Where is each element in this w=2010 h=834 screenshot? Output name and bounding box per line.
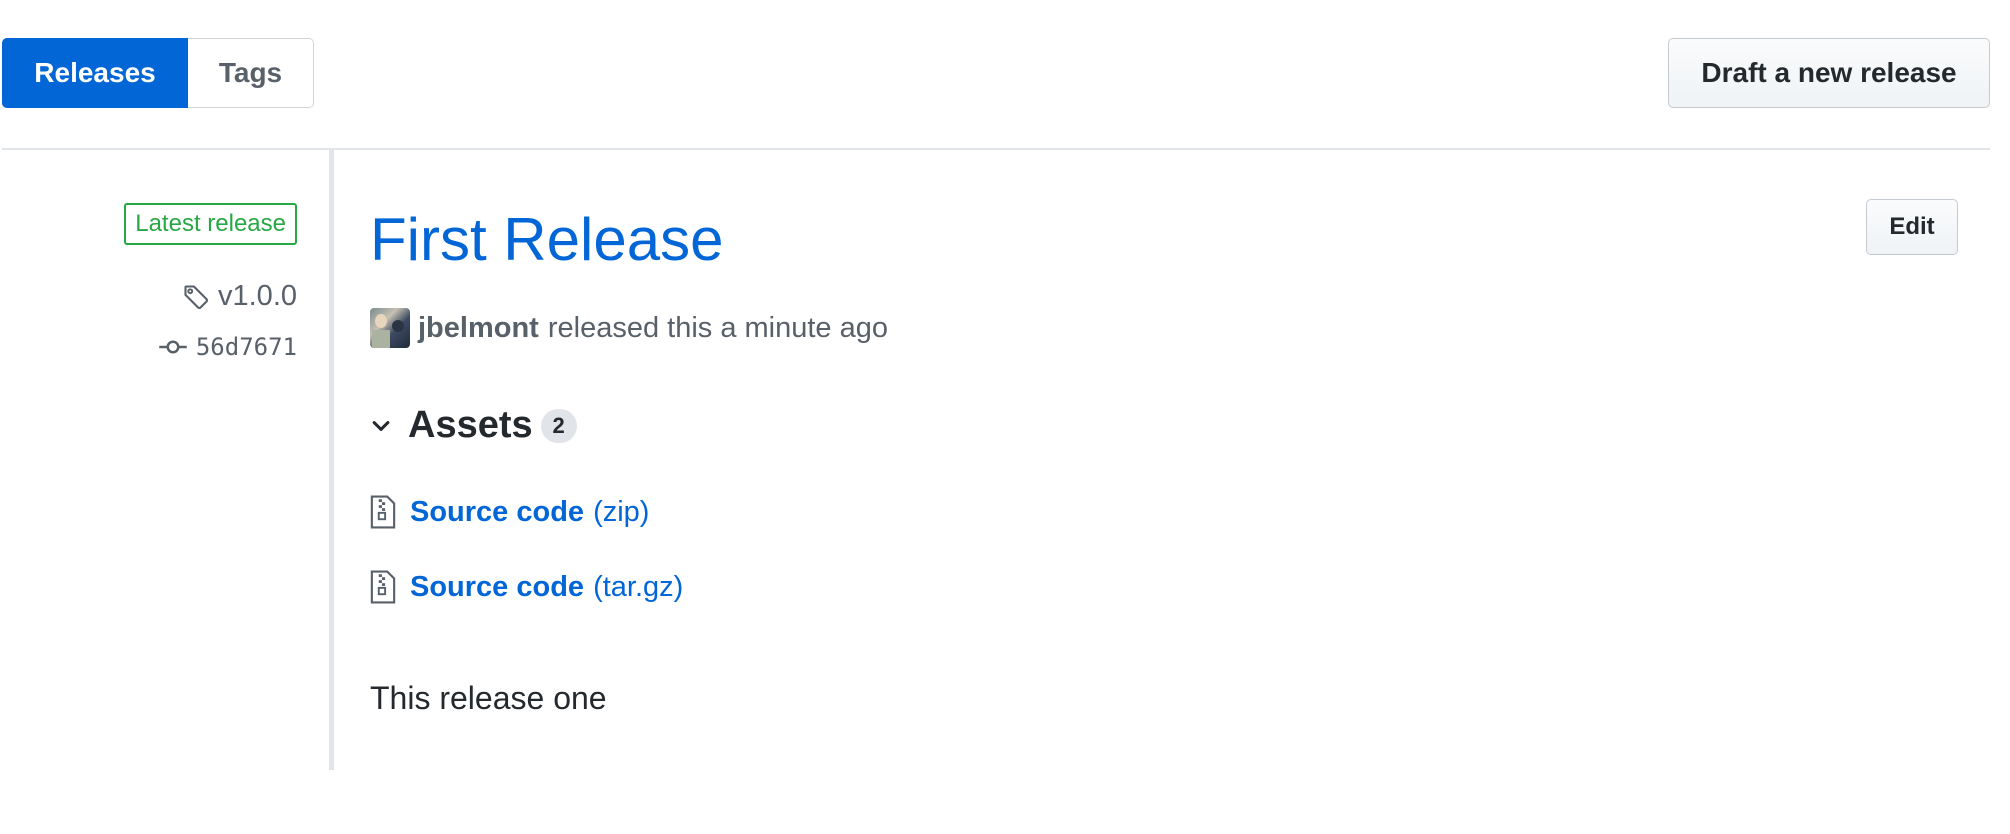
release-commit-sha: 56d7671 (195, 333, 297, 361)
release-tag-label: v1.0.0 (218, 280, 297, 312)
latest-release-badge: Latest release (124, 203, 297, 245)
assets-count-badge: 2 (540, 408, 577, 443)
edit-release-button[interactable]: Edit (1866, 199, 1958, 255)
release-time-text: released this a minute ago (547, 311, 888, 344)
release-notes: This release one (370, 680, 607, 716)
release-body: First Release Edit jbelmont released thi… (370, 150, 1990, 770)
asset-extension: (tar.gz) (593, 570, 684, 603)
assets-toggle[interactable]: Assets 2 (370, 404, 577, 447)
file-zip-icon (370, 570, 396, 604)
release-tabs: Releases Tags (2, 38, 314, 108)
tab-releases[interactable]: Releases (2, 38, 188, 108)
release-tag-link[interactable]: v1.0.0 (182, 280, 297, 313)
release-meta-column: Latest release v1.0.0 56d7671 (0, 150, 334, 770)
chevron-down-icon (372, 420, 390, 431)
author-avatar[interactable] (370, 308, 410, 348)
release-commit-link[interactable]: 56d7671 (158, 333, 297, 361)
asset-name: Source code (410, 495, 585, 528)
author-link[interactable]: jbelmont (418, 312, 539, 345)
asset-source-zip[interactable]: Source code (zip) (370, 495, 649, 529)
releases-page: Releases Tags Draft a new release Latest… (0, 0, 2010, 834)
tag-icon (184, 284, 209, 309)
commit-icon (159, 340, 187, 354)
asset-name: Source code (410, 570, 585, 603)
release-title-link[interactable]: First Release (370, 210, 723, 270)
assets-heading: Assets (408, 404, 533, 446)
asset-source-targz[interactable]: Source code (tar.gz) (370, 570, 683, 604)
tab-tags[interactable]: Tags (188, 38, 314, 108)
release-byline: jbelmont released this a minute ago (370, 308, 888, 348)
file-zip-icon (370, 495, 396, 529)
draft-new-release-button[interactable]: Draft a new release (1668, 38, 1990, 108)
asset-extension: (zip) (593, 495, 650, 528)
